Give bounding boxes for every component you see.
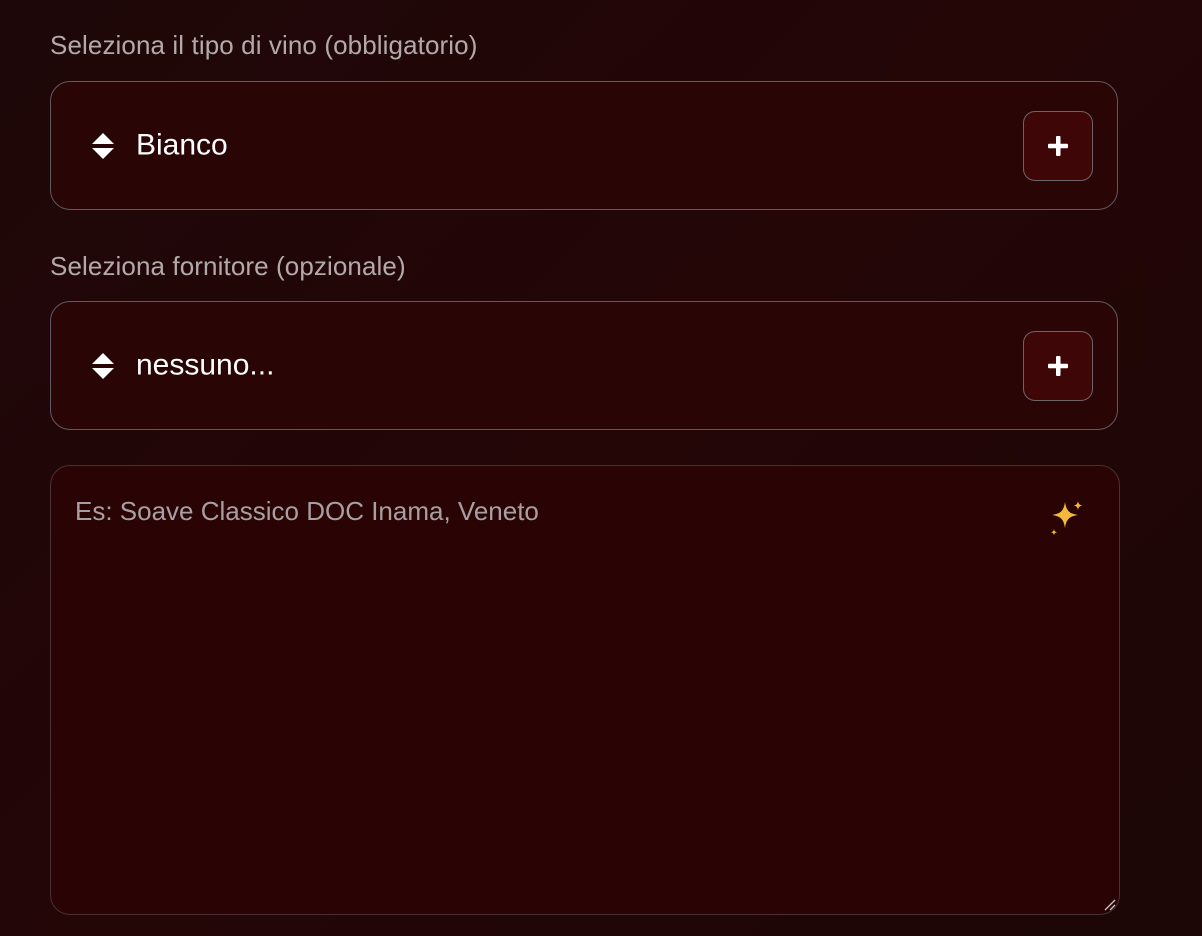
supplier-label: Seleziona fornitore (opzionale) <box>50 251 406 281</box>
supplier-select[interactable]: nessuno... <box>50 301 1118 430</box>
supplier-selected-value: nessuno... <box>136 347 275 381</box>
wine-type-selected-value: Bianco <box>136 127 228 161</box>
resize-handle[interactable] <box>1102 897 1116 911</box>
wine-description-textarea[interactable] <box>51 466 1119 914</box>
sort-arrows-icon <box>90 351 116 381</box>
wine-type-select[interactable]: Bianco <box>50 81 1118 210</box>
sort-arrows-icon <box>90 131 116 161</box>
sparkles-icon[interactable] <box>1047 498 1087 542</box>
plus-icon <box>1048 135 1068 156</box>
plus-icon <box>1048 355 1068 376</box>
add-wine-type-button[interactable] <box>1023 110 1093 181</box>
wine-type-label: Seleziona il tipo di vino (obbligatorio) <box>50 30 478 60</box>
add-supplier-button[interactable] <box>1023 330 1093 401</box>
wine-description-container <box>50 465 1120 915</box>
